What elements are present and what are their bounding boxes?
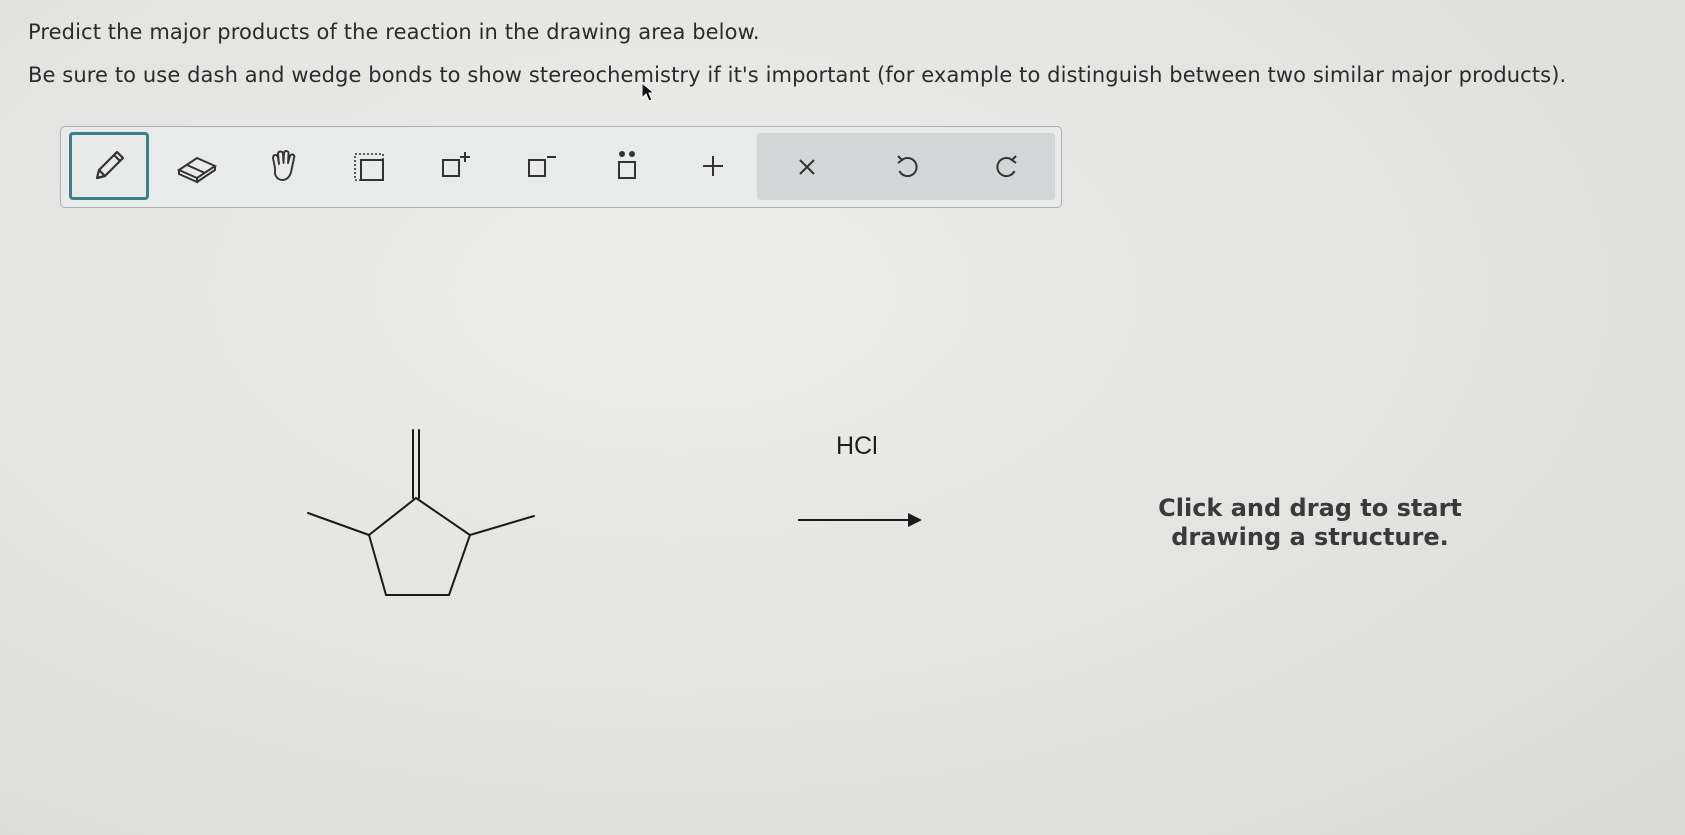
pencil-tool-button[interactable] — [69, 132, 149, 200]
instructions: Predict the major products of the reacti… — [28, 18, 1668, 89]
undo-icon — [897, 155, 918, 178]
lone-pair-icon — [618, 151, 636, 179]
reagent-label: HCl — [836, 432, 878, 460]
canvas-hint-line-1: Click and drag to start — [1158, 494, 1462, 522]
negative-charge-icon — [528, 156, 556, 177]
positive-charge-icon — [442, 152, 470, 177]
clear-button[interactable] — [767, 133, 847, 201]
select-box-icon — [354, 153, 384, 181]
instruction-line-2: Be sure to use dash and wedge bonds to s… — [28, 63, 1567, 87]
redo-button[interactable] — [967, 133, 1047, 201]
drawing-toolbar — [60, 126, 1062, 208]
undo-button[interactable] — [867, 133, 947, 201]
eraser-tool-button[interactable] — [157, 132, 237, 200]
plus-button[interactable] — [673, 132, 753, 200]
reaction-arrow — [798, 513, 922, 527]
canvas-hint: Click and drag to start drawing a struct… — [1140, 494, 1480, 552]
positive-charge-button[interactable] — [415, 132, 495, 200]
negative-charge-button[interactable] — [501, 132, 581, 200]
mouse-cursor-icon — [641, 82, 656, 102]
reactant-structure — [307, 429, 535, 596]
plus-icon — [703, 156, 723, 176]
select-tool-button[interactable] — [329, 132, 409, 200]
redo-icon — [996, 155, 1017, 178]
lone-pair-button[interactable] — [587, 132, 667, 200]
pencil-icon — [95, 150, 125, 180]
eraser-icon — [176, 156, 218, 184]
action-group — [757, 133, 1055, 200]
canvas-hint-line-2: drawing a structure. — [1171, 523, 1449, 551]
hand-tool-button[interactable] — [243, 132, 323, 200]
hand-icon — [272, 150, 296, 181]
instruction-line-1: Predict the major products of the reacti… — [28, 20, 760, 44]
clear-icon — [799, 159, 815, 175]
